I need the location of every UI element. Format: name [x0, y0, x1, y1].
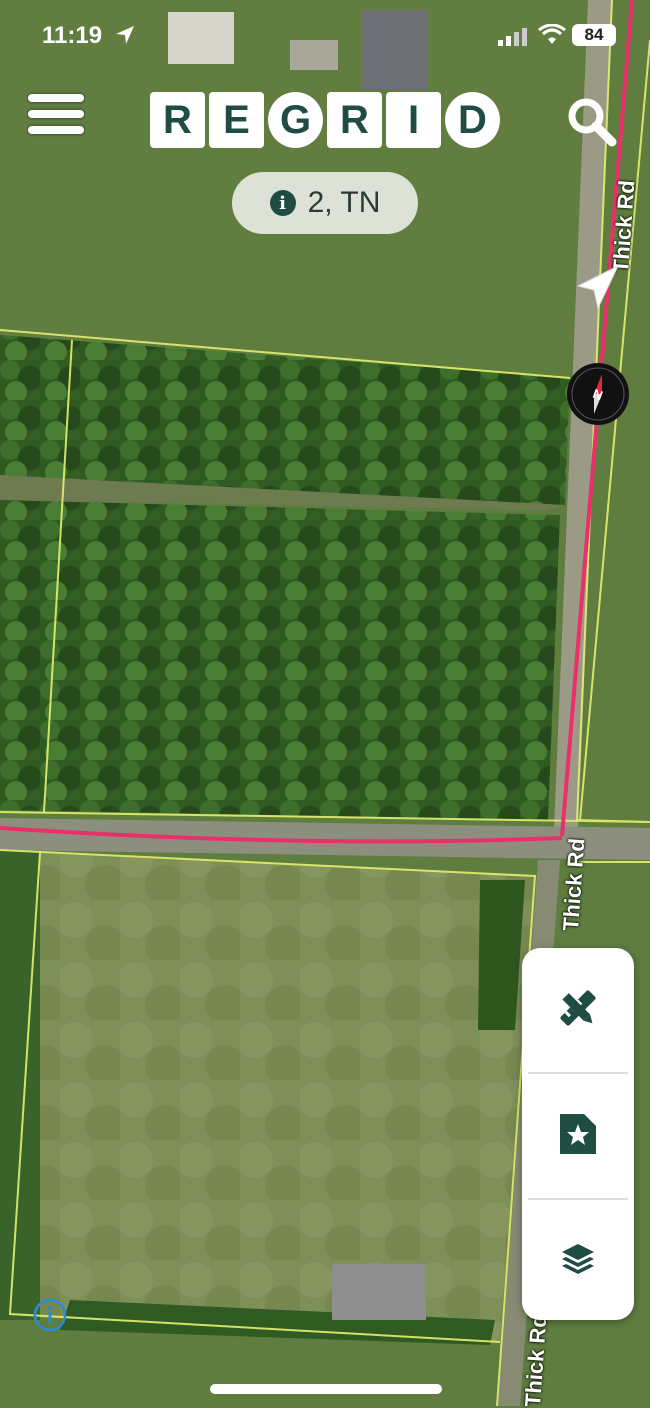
status-time: 11:19	[42, 22, 103, 49]
home-indicator[interactable]	[210, 1384, 442, 1394]
location-arrow-icon[interactable]	[574, 262, 620, 317]
logo-letter: R	[327, 92, 382, 148]
battery-indicator: 84	[572, 24, 616, 46]
status-bar: 11:19 84	[0, 18, 650, 54]
info-icon: i	[269, 190, 296, 216]
info-icon[interactable]	[33, 1298, 67, 1332]
compass-icon[interactable]: N	[566, 362, 630, 426]
map-tool-panel	[522, 948, 634, 1320]
logo-letter: D	[445, 92, 500, 148]
regrid-logo: R E G R I D	[150, 92, 500, 148]
bookmark-star-icon	[556, 1112, 600, 1161]
region-label: 2, TN	[307, 186, 381, 219]
ruler-pencil-icon	[555, 985, 601, 1036]
layers-icon	[558, 1240, 598, 1285]
draw-tool-button[interactable]	[522, 948, 634, 1072]
magnifier-icon[interactable]	[564, 94, 620, 150]
logo-letter: G	[268, 92, 323, 148]
saved-parcels-button[interactable]	[522, 1074, 634, 1198]
layers-button[interactable]	[522, 1200, 634, 1320]
cellular-signal-icon	[498, 26, 528, 51]
location-services-icon	[114, 24, 136, 51]
hamburger-menu-icon[interactable]	[28, 94, 84, 144]
logo-letter: R	[150, 92, 205, 148]
wifi-icon	[538, 23, 566, 51]
logo-letter: E	[209, 92, 264, 148]
logo-letter: I	[386, 92, 441, 148]
region-selector[interactable]: i 2, TN	[232, 172, 418, 234]
